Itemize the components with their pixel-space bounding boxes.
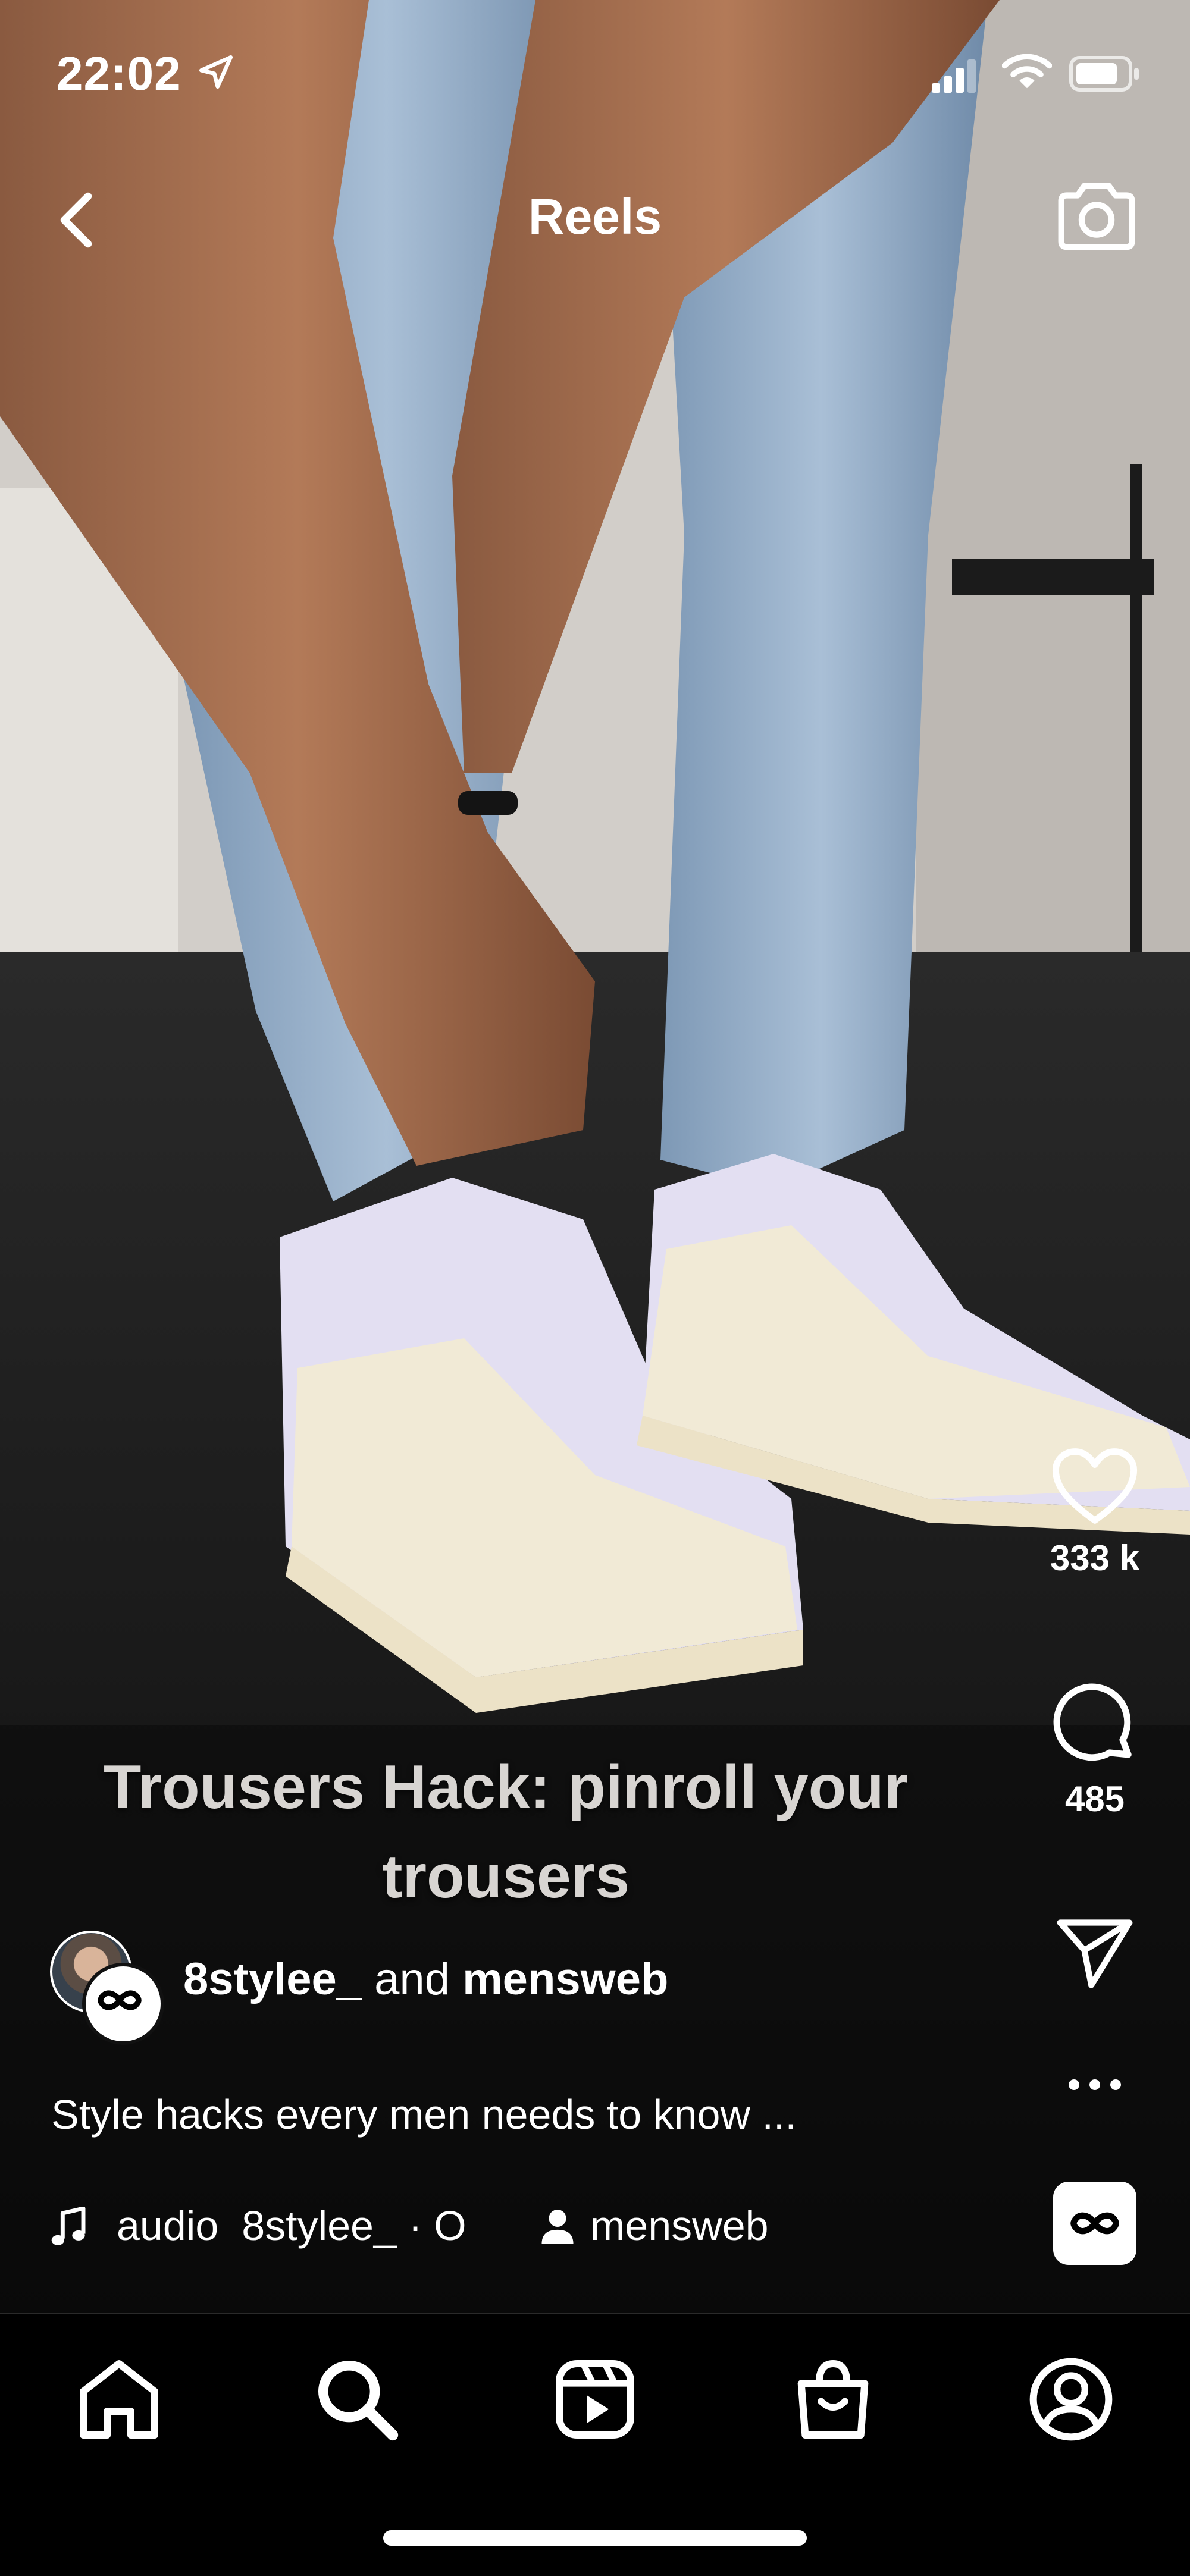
battery-icon <box>1069 56 1139 92</box>
like-action: 333 k <box>1023 1445 1166 1579</box>
music-note-icon <box>51 2207 86 2245</box>
reels-header: Reels <box>0 167 1190 268</box>
location-arrow-icon <box>199 55 233 89</box>
share-action <box>1023 1915 1166 1995</box>
profile-icon[interactable] <box>1023 2352 1119 2447</box>
author-row[interactable]: 8stylee_ and mensweb <box>50 1927 1002 2046</box>
video-caption: Trousers Hack: pinroll your trousers <box>60 1743 952 1921</box>
author-name[interactable]: mensweb <box>462 1954 668 2004</box>
person-icon <box>541 2210 574 2244</box>
audio-label: audio <box>117 2202 219 2249</box>
home-indicator[interactable] <box>383 2530 807 2546</box>
author-name[interactable]: 8stylee_ <box>183 1954 362 2004</box>
heart-icon[interactable] <box>1050 1445 1139 1529</box>
status-time: 22:02 <box>57 47 181 100</box>
more-action <box>1023 2070 1166 2103</box>
collab-badge <box>82 1963 164 2045</box>
author-connector: and <box>374 1954 450 2004</box>
tab-bar <box>0 2315 1190 2511</box>
comment-action: 485 <box>1023 1680 1166 1819</box>
author-names[interactable]: 8stylee_ and mensweb <box>183 1953 668 2005</box>
page-title: Reels <box>528 189 662 244</box>
like-count: 333 k <box>1050 1538 1140 1578</box>
post-description[interactable]: Style hacks every men needs to know ... <box>51 2091 797 2138</box>
search-icon[interactable] <box>309 2352 405 2447</box>
meta-row: audio 8stylee_ · O mensweb <box>50 2195 1121 2260</box>
camera-icon[interactable] <box>1053 178 1140 256</box>
wifi-icon <box>1002 54 1052 89</box>
send-icon[interactable] <box>1053 1915 1136 1993</box>
audio-source: 8stylee_ · O <box>242 2202 466 2249</box>
reels-icon[interactable] <box>547 2352 643 2447</box>
home-icon[interactable] <box>71 2352 167 2447</box>
collab-button[interactable] <box>1053 2182 1136 2265</box>
comment-count: 485 <box>1064 1779 1125 1819</box>
more-icon[interactable] <box>1062 2070 1128 2100</box>
tab-bar-divider <box>0 2313 1190 2314</box>
shop-icon[interactable] <box>785 2352 881 2447</box>
cellular-signal-icon <box>932 59 976 93</box>
video-caption-line: trousers <box>381 1842 630 1911</box>
audio-link[interactable]: audio 8stylee_ · O <box>117 2202 466 2249</box>
status-bar: 22:02 <box>0 0 1190 143</box>
tagged-user[interactable]: mensweb <box>590 2202 769 2249</box>
comment-icon[interactable] <box>1050 1680 1139 1769</box>
infinity-icon <box>98 1990 142 2010</box>
video-caption-line: Trousers Hack: pinroll your <box>103 1753 909 1822</box>
infinity-icon <box>1070 2212 1119 2235</box>
